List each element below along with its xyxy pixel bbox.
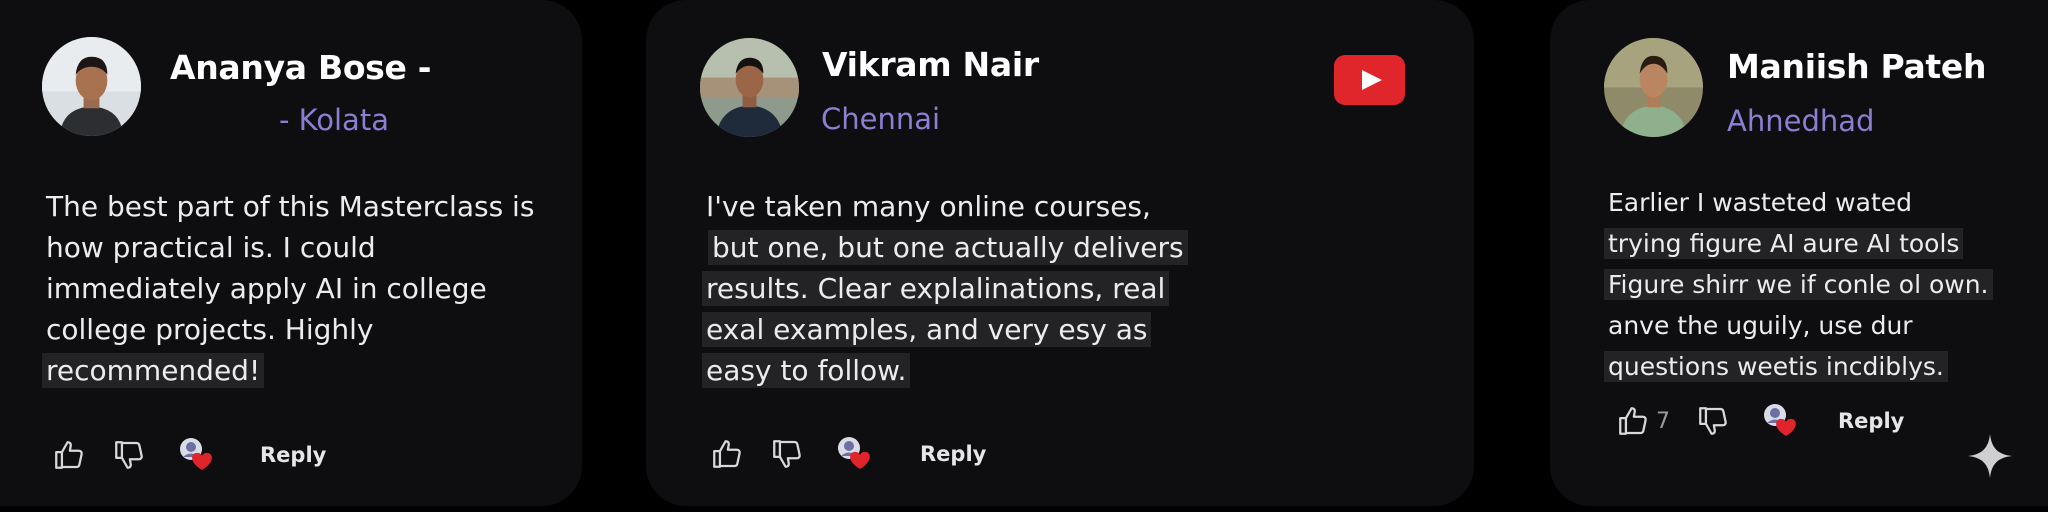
comment-line: Earlier I wasteted wated [1608,188,1913,217]
comment-text: The best part of this Masterclass is how… [42,186,535,391]
comment-line: The best part of this Masterclass is [46,190,535,223]
thumbs-down-icon[interactable] [770,437,804,471]
thumbs-up-icon[interactable] [1616,404,1650,438]
comment-actions: 7 Reply [1616,400,1904,442]
reply-button[interactable]: Reply [920,442,986,466]
creator-heart-icon[interactable] [834,433,876,475]
comment-actions: Reply [710,433,986,475]
comment-line: Figure shirr we if conle ol own. [1604,269,1993,300]
avatar[interactable] [42,37,141,136]
comment-line: recommended! [42,353,265,388]
comment-line: I've taken many online courses, [706,190,1151,223]
author-name: Ananya Bose - [170,48,432,87]
comment-line: but one, but one actually delivers [708,230,1188,265]
comment-actions: Reply [52,434,326,476]
youtube-logo-icon[interactable] [1334,55,1405,105]
author-location: Chennai [821,102,941,136]
comment-card: Maniish Pateh Ahnedhad Earlier I wastete… [1550,0,2048,506]
thumbs-down-icon[interactable] [112,438,146,472]
author-location: - Kolata [279,103,389,137]
avatar[interactable] [700,38,799,137]
comment-line: college projects. Highly [46,313,374,346]
comment-line: exal examples, and very esy as [702,312,1152,347]
reply-button[interactable]: Reply [1838,409,1904,433]
comment-line: how practical is. I could [46,231,376,264]
creator-heart-icon[interactable] [1760,400,1802,442]
comment-line: immediately apply AI in college [46,272,487,305]
author-location: Ahnedhad [1727,104,1875,138]
comment-line: results. Clear explalinations, real [702,271,1170,306]
creator-heart-icon[interactable] [176,434,218,476]
like-count: 7 [1656,408,1670,434]
thumbs-down-icon[interactable] [1696,404,1730,438]
comment-line: easy to follow. [702,353,911,388]
comment-text: Earlier I wasteted wated trying figure A… [1604,182,1993,387]
comment-line: anve the uguily, use dur [1608,311,1913,340]
thumbs-up-icon[interactable] [710,437,744,471]
comment-line: trying figure AI aure AI tools [1604,228,1964,259]
author-name: Maniish Pateh [1727,47,1987,86]
comment-line: questions weetis incdiblys. [1604,351,1948,382]
avatar[interactable] [1604,38,1703,137]
author-name: Vikram Nair [822,45,1039,84]
thumbs-up-icon[interactable] [52,438,86,472]
comment-text: I've taken many online courses, but one,… [702,186,1188,391]
sparkle-icon [1966,432,2014,480]
reply-button[interactable]: Reply [260,443,326,467]
comment-card: Ananya Bose - - Kolata The best part of … [0,0,582,506]
